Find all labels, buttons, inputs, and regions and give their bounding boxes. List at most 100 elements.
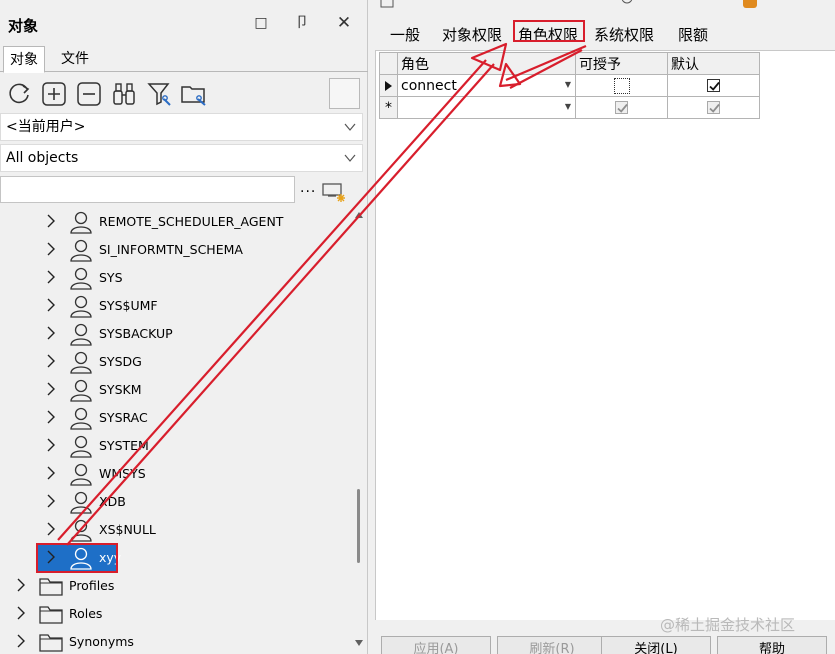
grantable-cell[interactable] [575, 96, 668, 119]
tree-node-label: SYSKM [99, 382, 142, 397]
tree-node-user[interactable]: XS$NULL [0, 516, 340, 542]
close-button[interactable]: 关闭(L) [601, 636, 711, 654]
object-toolbar [0, 76, 368, 112]
user-icon [621, 0, 633, 4]
tree-node-user[interactable]: SI_INFORMTN_SCHEMA [0, 236, 340, 262]
grantable-checkbox[interactable] [615, 101, 628, 114]
tree-node-label: SYS$UMF [99, 298, 158, 313]
chevron-right-icon[interactable] [45, 241, 57, 257]
tab-general[interactable]: 一般 [390, 24, 420, 45]
filter-options-button[interactable]: ... [300, 180, 316, 196]
grantable-cell[interactable] [575, 74, 668, 97]
tree-node-user[interactable]: SYS [0, 264, 340, 290]
chevron-right-icon[interactable] [45, 325, 57, 341]
user-icon [70, 295, 92, 318]
filter-icon[interactable] [146, 80, 174, 108]
chevron-right-icon[interactable] [15, 605, 27, 621]
tree-node-user[interactable]: SYSDG [0, 348, 340, 374]
user-icon [70, 435, 92, 458]
left-tab-strip: 对象 文件 [0, 44, 368, 73]
role-cell[interactable]: ▼ [397, 96, 576, 119]
tree-node-user[interactable]: XDB [0, 488, 340, 514]
column-default[interactable]: 默认 [667, 52, 760, 75]
close-icon[interactable]: ✕ [335, 14, 353, 32]
table-row[interactable]: connect ▼ [379, 74, 760, 97]
add-icon[interactable] [40, 80, 68, 108]
folder-settings-icon[interactable] [180, 80, 208, 108]
user-icon [70, 407, 92, 430]
grid-corner [379, 52, 398, 75]
remove-icon[interactable] [75, 80, 103, 108]
tree-node-user[interactable]: SYSRAC [0, 404, 340, 430]
pin-icon[interactable]: 卩 [293, 14, 311, 32]
restore-icon[interactable]: □ [252, 14, 270, 32]
refresh-button[interactable]: 刷新(R) [497, 636, 607, 654]
tree-scrollbar[interactable] [352, 206, 366, 654]
chevron-right-icon[interactable] [15, 633, 27, 649]
scroll-down-icon[interactable] [354, 638, 364, 648]
column-grantable[interactable]: 可授予 [575, 52, 668, 75]
tree-node-folder[interactable]: Profiles [0, 572, 340, 598]
grid-header-row: 角色 可授予 默认 [379, 52, 760, 75]
chevron-right-icon[interactable] [45, 381, 57, 397]
refresh-icon[interactable] [6, 80, 34, 108]
toolbar-blank-button[interactable] [329, 78, 360, 109]
tree-node-user[interactable]: SYSBACKUP [0, 320, 340, 346]
tree-node-user[interactable]: SYSTEM [0, 432, 340, 458]
scrollbar-thumb[interactable] [357, 489, 360, 563]
default-cell[interactable] [667, 96, 760, 119]
scroll-up-icon[interactable] [354, 210, 364, 220]
tree-node-user[interactable]: SYSKM [0, 376, 340, 402]
tab-object-privileges[interactable]: 对象权限 [442, 24, 502, 45]
annotation-highlight-box [36, 543, 118, 573]
tree-node-label: SYSDG [99, 354, 142, 369]
top-toolbar-fragment [370, 0, 835, 12]
tree-node-user[interactable]: WMSYS [0, 460, 340, 486]
help-button[interactable]: 帮助 [717, 636, 827, 654]
default-checkbox[interactable] [707, 101, 720, 114]
chevron-right-icon[interactable] [15, 577, 27, 593]
column-role[interactable]: 角色 [397, 52, 576, 75]
dropdown-arrow-icon[interactable]: ▼ [565, 102, 571, 111]
default-cell[interactable] [667, 74, 760, 97]
user-icon [70, 491, 92, 514]
table-row[interactable]: * ▼ [379, 96, 760, 119]
chevron-right-icon[interactable] [45, 353, 57, 369]
user-combobox[interactable]: <当前用户> [0, 113, 363, 141]
role-cell[interactable]: connect ▼ [397, 74, 576, 97]
tree-node-label: Roles [69, 606, 103, 621]
tree-node-folder[interactable]: Synonyms [0, 628, 340, 654]
folder-icon [39, 578, 63, 596]
chevron-right-icon[interactable] [45, 493, 57, 509]
grantable-checkbox[interactable] [613, 77, 630, 94]
object-type-combobox-value: All objects [6, 150, 79, 166]
tree-node-folder[interactable]: Roles [0, 600, 340, 626]
chevron-right-icon[interactable] [45, 269, 57, 285]
tree-node-user[interactable]: REMOTE_SCHEDULER_AGENT [0, 208, 340, 234]
chevron-right-icon[interactable] [45, 437, 57, 453]
filter-apply-icon[interactable] [322, 181, 346, 203]
role-value: connect [401, 77, 457, 94]
default-checkbox[interactable] [707, 79, 720, 92]
dropdown-arrow-icon[interactable]: ▼ [565, 80, 571, 89]
object-type-combobox[interactable]: All objects [0, 144, 363, 172]
object-tree[interactable]: REMOTE_SCHEDULER_AGENT SI_INFORMTN_SCHEMA… [0, 206, 352, 654]
tree-node-user[interactable]: SYS$UMF [0, 292, 340, 318]
chevron-right-icon[interactable] [45, 297, 57, 313]
tab-system-privileges[interactable]: 系统权限 [594, 24, 654, 45]
filter-input[interactable] [0, 176, 295, 203]
chevron-right-icon[interactable] [45, 213, 57, 229]
binoculars-icon[interactable] [110, 80, 138, 108]
role-privileges-pane [375, 50, 835, 620]
chevron-right-icon[interactable] [45, 521, 57, 537]
apply-button[interactable]: 应用(A) [381, 636, 491, 654]
chevron-right-icon[interactable] [45, 409, 57, 425]
tab-files[interactable]: 文件 [55, 46, 95, 73]
tab-objects[interactable]: 对象 [3, 46, 45, 73]
tree-node-label: XDB [99, 494, 126, 509]
chevron-right-icon[interactable] [45, 465, 57, 481]
document-icon [380, 0, 394, 8]
new-row-marker: * [379, 96, 398, 119]
tab-quotas[interactable]: 限额 [678, 24, 708, 45]
user-icon [70, 267, 92, 290]
